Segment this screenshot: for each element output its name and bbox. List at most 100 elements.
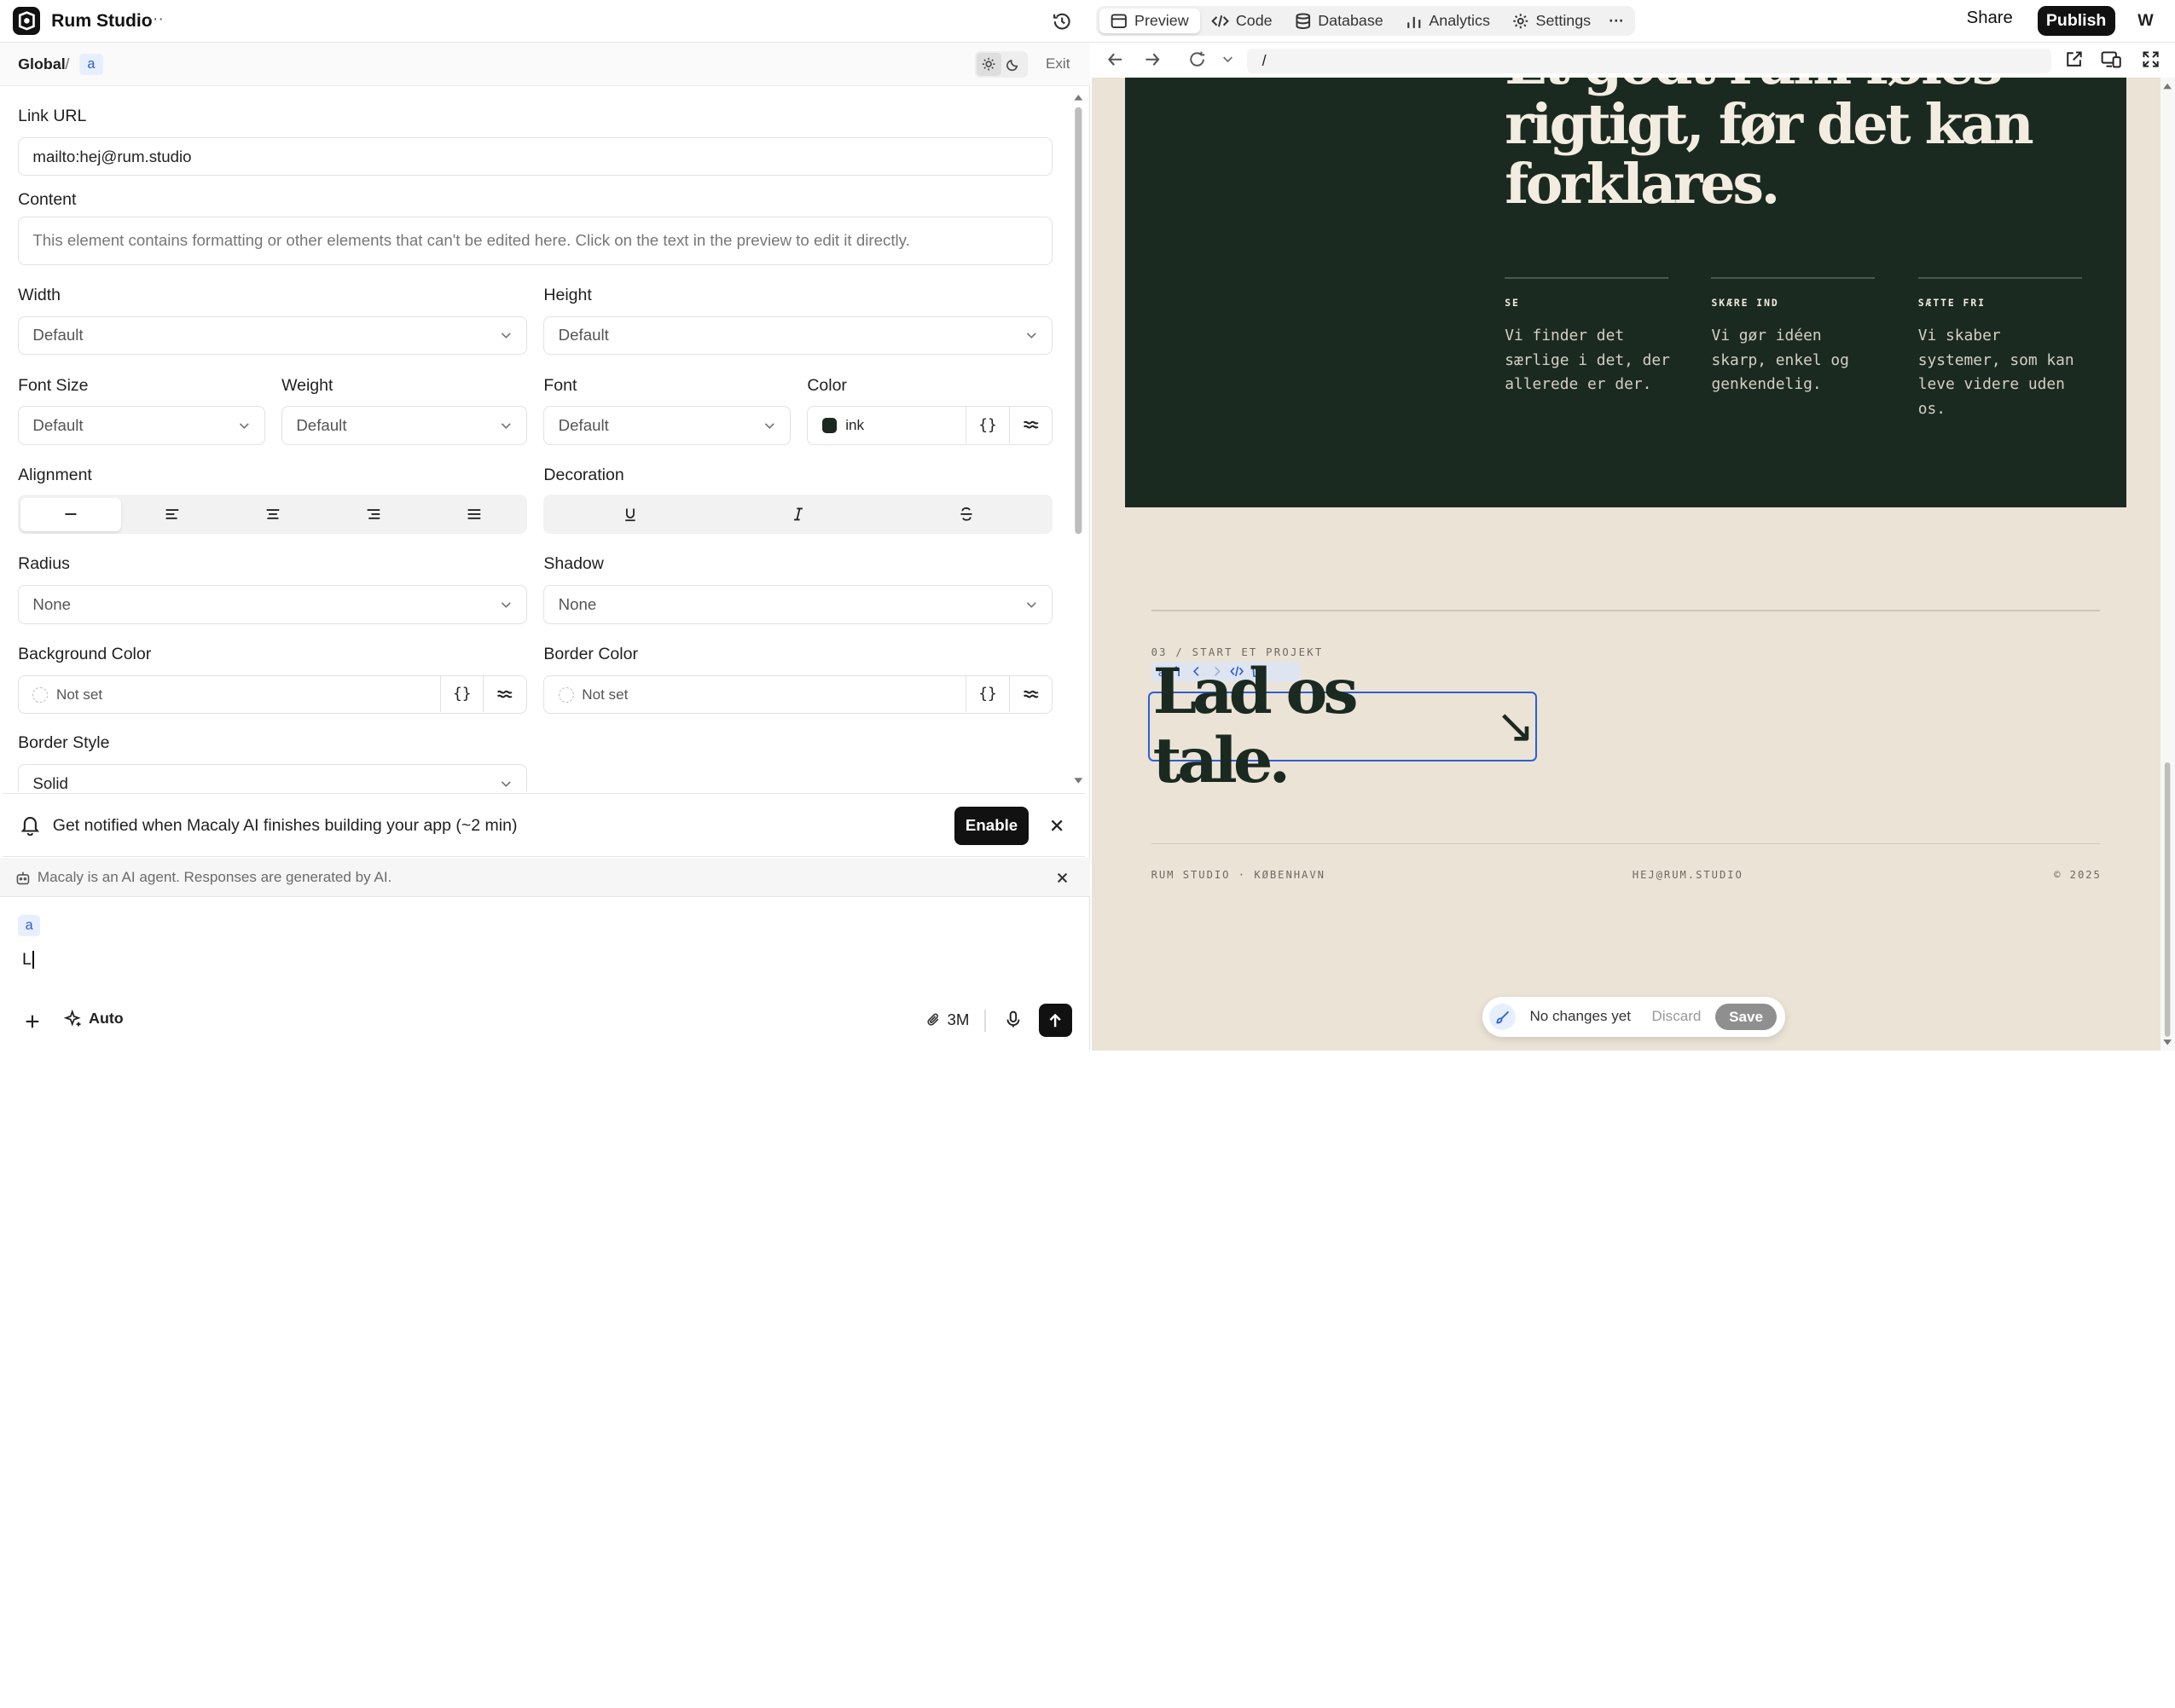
exit-button[interactable]: Exit [1046, 55, 1070, 72]
weight-select[interactable]: Default [281, 406, 527, 445]
shadow-value: None [558, 594, 597, 613]
reload-icon[interactable] [1188, 50, 1206, 68]
share-button[interactable]: Share [1967, 9, 2013, 28]
tab-database[interactable]: Database [1284, 9, 1395, 33]
footer-email[interactable]: HEJ@RUM.STUDIO [1633, 869, 1743, 881]
theme-toggle [975, 51, 1028, 78]
content-textarea[interactable]: This element contains formatting or othe… [18, 216, 1053, 265]
border-style-label: Border Style [18, 733, 110, 753]
save-status: No changes yet [1529, 1008, 1632, 1025]
column-body-2: Vi gør idéen skarp, enkel og genkendelig… [1711, 327, 1849, 394]
arrow-down-right-icon: ↘ [1495, 699, 1535, 753]
color-token-button[interactable] [1008, 407, 1052, 443]
height-label: Height [543, 285, 592, 304]
moon-icon[interactable] [1001, 53, 1026, 77]
link-url-input[interactable]: mailto:hej@rum.studio [18, 136, 1053, 177]
width-select[interactable]: Default [18, 316, 527, 356]
selected-cta-link[interactable]: Lad os tale. ↘ [1148, 657, 1537, 796]
save-button[interactable]: Save [1715, 1004, 1777, 1031]
chevron-down-icon [501, 333, 511, 339]
color-swatch[interactable] [821, 418, 838, 434]
tab-analytics[interactable]: Analytics [1395, 9, 1501, 33]
back-arrow-icon[interactable] [1107, 51, 1124, 68]
preview-viewport: Et godt rum føles rigtigt, før det kan f… [1091, 78, 2161, 1051]
gear-icon [1513, 13, 1528, 28]
responsive-view-icon[interactable] [2101, 50, 2122, 68]
hero-headline[interactable]: Et godt rum føles rigtigt, før det kan f… [1505, 78, 2114, 215]
send-button[interactable] [1038, 1004, 1072, 1038]
color-field[interactable]: ink {} [807, 406, 1053, 445]
arrow-up-icon [1049, 1013, 1061, 1028]
wave-icon [1023, 690, 1039, 698]
border-expression-button[interactable]: {} [966, 675, 1008, 713]
external-link-icon[interactable] [2065, 50, 2083, 68]
enable-button[interactable]: Enable [954, 806, 1030, 846]
color-expression-button[interactable]: {} [966, 407, 1008, 443]
border-token-button[interactable] [1008, 675, 1052, 713]
plus-icon[interactable] [25, 1014, 40, 1029]
close-icon[interactable] [1057, 872, 1068, 883]
background-token-button[interactable] [483, 675, 525, 713]
align-right-icon[interactable] [323, 498, 424, 531]
height-select[interactable]: Default [543, 316, 1053, 356]
avatar[interactable]: W [2129, 6, 2162, 37]
decoration-control [543, 495, 1053, 534]
breadcrumb-root[interactable]: Global [18, 55, 66, 73]
radius-select[interactable]: None [18, 585, 527, 624]
chevron-down-icon[interactable] [1222, 54, 1233, 65]
properties-scrollbar[interactable] [1072, 90, 1085, 788]
column-rule [1711, 277, 1876, 279]
italic-icon[interactable] [714, 498, 882, 531]
wave-icon [497, 690, 513, 698]
chat-composer: a L Auto 3M [3, 898, 1085, 1051]
more-tabs-icon[interactable]: ··· [1602, 9, 1631, 33]
app-name[interactable]: Rum Studio [51, 11, 153, 32]
cta-text: Lad os tale. [1152, 654, 1359, 797]
font-label: Font [543, 375, 577, 395]
tab-code[interactable]: Code [1200, 9, 1284, 33]
context-chip[interactable]: a [18, 915, 41, 936]
close-icon[interactable] [1050, 819, 1064, 832]
discard-button[interactable]: Discard [1652, 1008, 1702, 1025]
font-select[interactable]: Default [543, 406, 791, 445]
more-options-icon[interactable]: ··· [147, 9, 163, 29]
paperclip-icon [927, 1013, 939, 1026]
align-center-icon[interactable] [222, 498, 322, 531]
chevron-down-icon [764, 423, 774, 429]
radius-value: None [32, 594, 72, 613]
history-icon[interactable] [1052, 11, 1072, 32]
microphone-icon[interactable] [1006, 1010, 1021, 1028]
breadcrumb-separator: / [65, 55, 70, 73]
align-left-icon[interactable] [121, 498, 222, 531]
mode-selector[interactable]: Auto [63, 1009, 124, 1028]
preview-scrollbar[interactable] [2160, 78, 2175, 1051]
fullscreen-icon[interactable] [2142, 50, 2160, 68]
database-icon [1296, 13, 1310, 29]
background-color-field[interactable]: Not set {} [18, 675, 527, 715]
border-color-field[interactable]: Not set {} [543, 675, 1053, 715]
font-size-select[interactable]: Default [18, 406, 265, 445]
view-tabs: Preview Code Database Analytics Settings… [1095, 5, 1636, 37]
border-style-select[interactable]: Solid [18, 763, 527, 792]
mode-label: Auto [89, 1009, 124, 1027]
shadow-select[interactable]: None [543, 585, 1053, 624]
url-input[interactable]: / [1246, 48, 2051, 74]
code-icon [1210, 14, 1229, 27]
sun-icon[interactable] [976, 52, 1001, 77]
text-cursor [32, 951, 35, 970]
app-logo-icon[interactable] [12, 7, 41, 35]
alignment-control [18, 495, 527, 534]
forward-arrow-icon[interactable] [1144, 51, 1161, 68]
strikethrough-icon[interactable] [882, 498, 1050, 531]
publish-button[interactable]: Publish [2037, 5, 2115, 37]
background-expression-button[interactable]: {} [440, 675, 483, 713]
breadcrumb-current[interactable]: a [78, 54, 104, 75]
underline-icon[interactable] [547, 498, 715, 531]
tab-settings[interactable]: Settings [1501, 9, 1602, 33]
align-none-icon[interactable] [20, 497, 122, 531]
column-rule [1917, 277, 2082, 279]
chat-input[interactable]: L [22, 950, 993, 975]
align-justify-icon[interactable] [424, 498, 525, 531]
properties-scroll: Link URL mailto:hej@rum.studio Content T… [0, 87, 1070, 792]
tab-preview[interactable]: Preview [1099, 8, 1200, 34]
